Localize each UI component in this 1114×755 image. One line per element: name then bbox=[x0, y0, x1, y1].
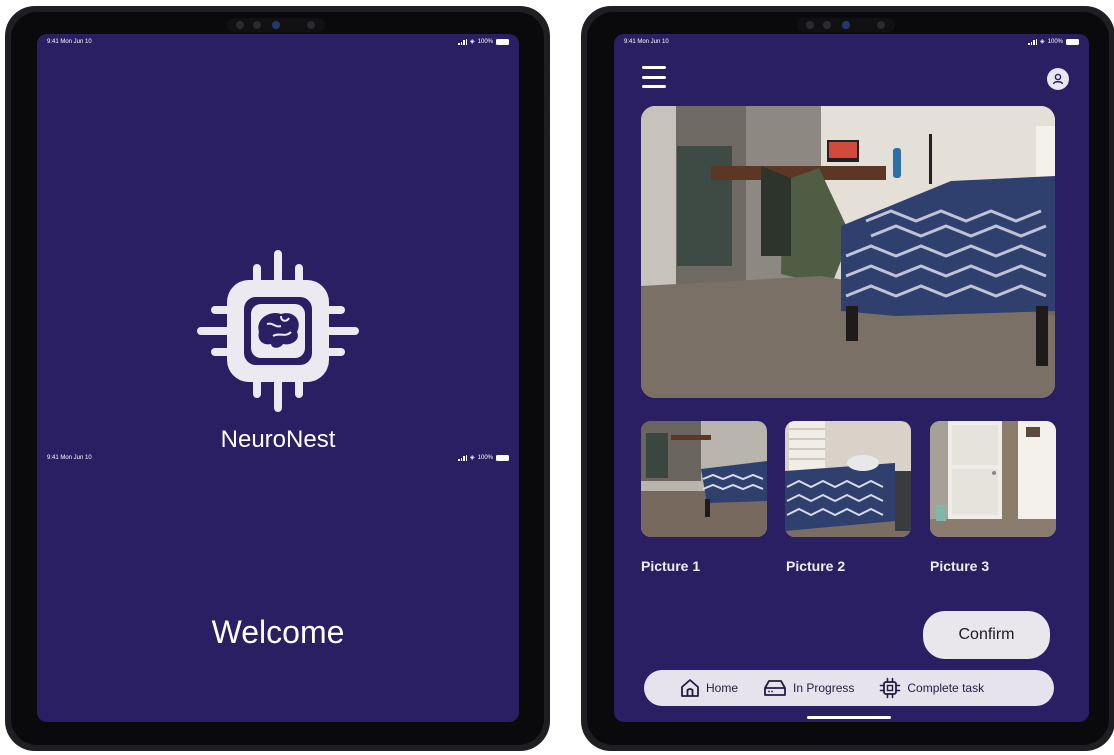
status-time: 9:41 Mon Jun 10 bbox=[47, 455, 92, 461]
status-indicators: ◈ 100% bbox=[458, 38, 509, 45]
hamburger-menu-icon[interactable] bbox=[642, 66, 666, 88]
sensor-dot bbox=[877, 21, 885, 29]
nav-home[interactable]: Home bbox=[679, 677, 738, 699]
capture-screen: 9:41 Mon Jun 10 ◈ 100% Picture 1 Picture… bbox=[614, 34, 1089, 722]
sensor-dot bbox=[253, 21, 261, 29]
battery-percent: 100% bbox=[1047, 38, 1063, 45]
sensor-dot bbox=[307, 21, 315, 29]
status-bar-secondary: 9:41 Mon Jun 10 ◈ 100% bbox=[37, 450, 519, 466]
volume-button bbox=[544, 66, 548, 98]
signal-icon bbox=[1028, 38, 1038, 45]
splash-screen: 9:41 Mon Jun 10 ◈ 100% NeuroNest 9:41 Mo… bbox=[37, 34, 519, 722]
welcome-text: Welcome bbox=[211, 614, 345, 650]
sensor-dot bbox=[823, 21, 831, 29]
bottom-navigation: Home In Progress Complete task bbox=[644, 670, 1054, 706]
volume-button bbox=[544, 104, 548, 136]
wifi-icon: ◈ bbox=[470, 39, 475, 45]
nav-complete-task[interactable]: Complete task bbox=[878, 676, 984, 700]
status-indicators: ◈ 100% bbox=[458, 454, 509, 461]
nav-in-progress-label: In Progress bbox=[793, 681, 855, 695]
status-indicators: ◈ 100% bbox=[1028, 38, 1079, 45]
wifi-icon: ◈ bbox=[1040, 39, 1045, 45]
thumbnail-label-1: Picture 1 bbox=[641, 558, 701, 574]
wifi-icon: ◈ bbox=[470, 455, 475, 461]
battery-icon bbox=[496, 454, 509, 461]
nav-in-progress[interactable]: In Progress bbox=[762, 678, 854, 698]
confirm-button[interactable]: Confirm bbox=[923, 611, 1050, 659]
battery-icon bbox=[1066, 38, 1079, 45]
battery-percent: 100% bbox=[477, 454, 493, 461]
camera-lens bbox=[842, 21, 850, 29]
sensor-dot bbox=[806, 21, 814, 29]
user-profile-icon[interactable] bbox=[1047, 68, 1069, 90]
camera-housing bbox=[227, 18, 325, 32]
status-bar: 9:41 Mon Jun 10 ◈ 100% bbox=[614, 34, 1089, 50]
status-time: 9:41 Mon Jun 10 bbox=[47, 39, 92, 45]
status-bar: 9:41 Mon Jun 10 ◈ 100% bbox=[37, 34, 519, 50]
sensor-dot bbox=[236, 21, 244, 29]
battery-percent: 100% bbox=[477, 38, 493, 45]
status-time: 9:41 Mon Jun 10 bbox=[624, 39, 669, 45]
brain-chip-icon bbox=[197, 250, 359, 412]
main-room-photo bbox=[641, 106, 1055, 398]
camera-housing bbox=[797, 18, 895, 32]
nav-home-label: Home bbox=[706, 681, 739, 695]
chip-icon bbox=[880, 677, 901, 699]
thumbnail-picture-3[interactable] bbox=[930, 421, 1056, 537]
battery-icon bbox=[496, 38, 509, 45]
thumbnail-picture-1[interactable] bbox=[641, 421, 767, 537]
signal-icon bbox=[458, 38, 468, 45]
camera-lens bbox=[272, 21, 280, 29]
thumbnail-label-2: Picture 2 bbox=[786, 558, 846, 574]
nav-complete-task-label: Complete task bbox=[907, 681, 985, 695]
signal-icon bbox=[458, 454, 468, 461]
drive-icon bbox=[764, 680, 786, 696]
home-indicator[interactable] bbox=[807, 716, 891, 719]
thumbnail-picture-2[interactable] bbox=[785, 421, 911, 537]
home-icon bbox=[681, 679, 699, 697]
thumbnail-label-3: Picture 3 bbox=[930, 558, 990, 574]
